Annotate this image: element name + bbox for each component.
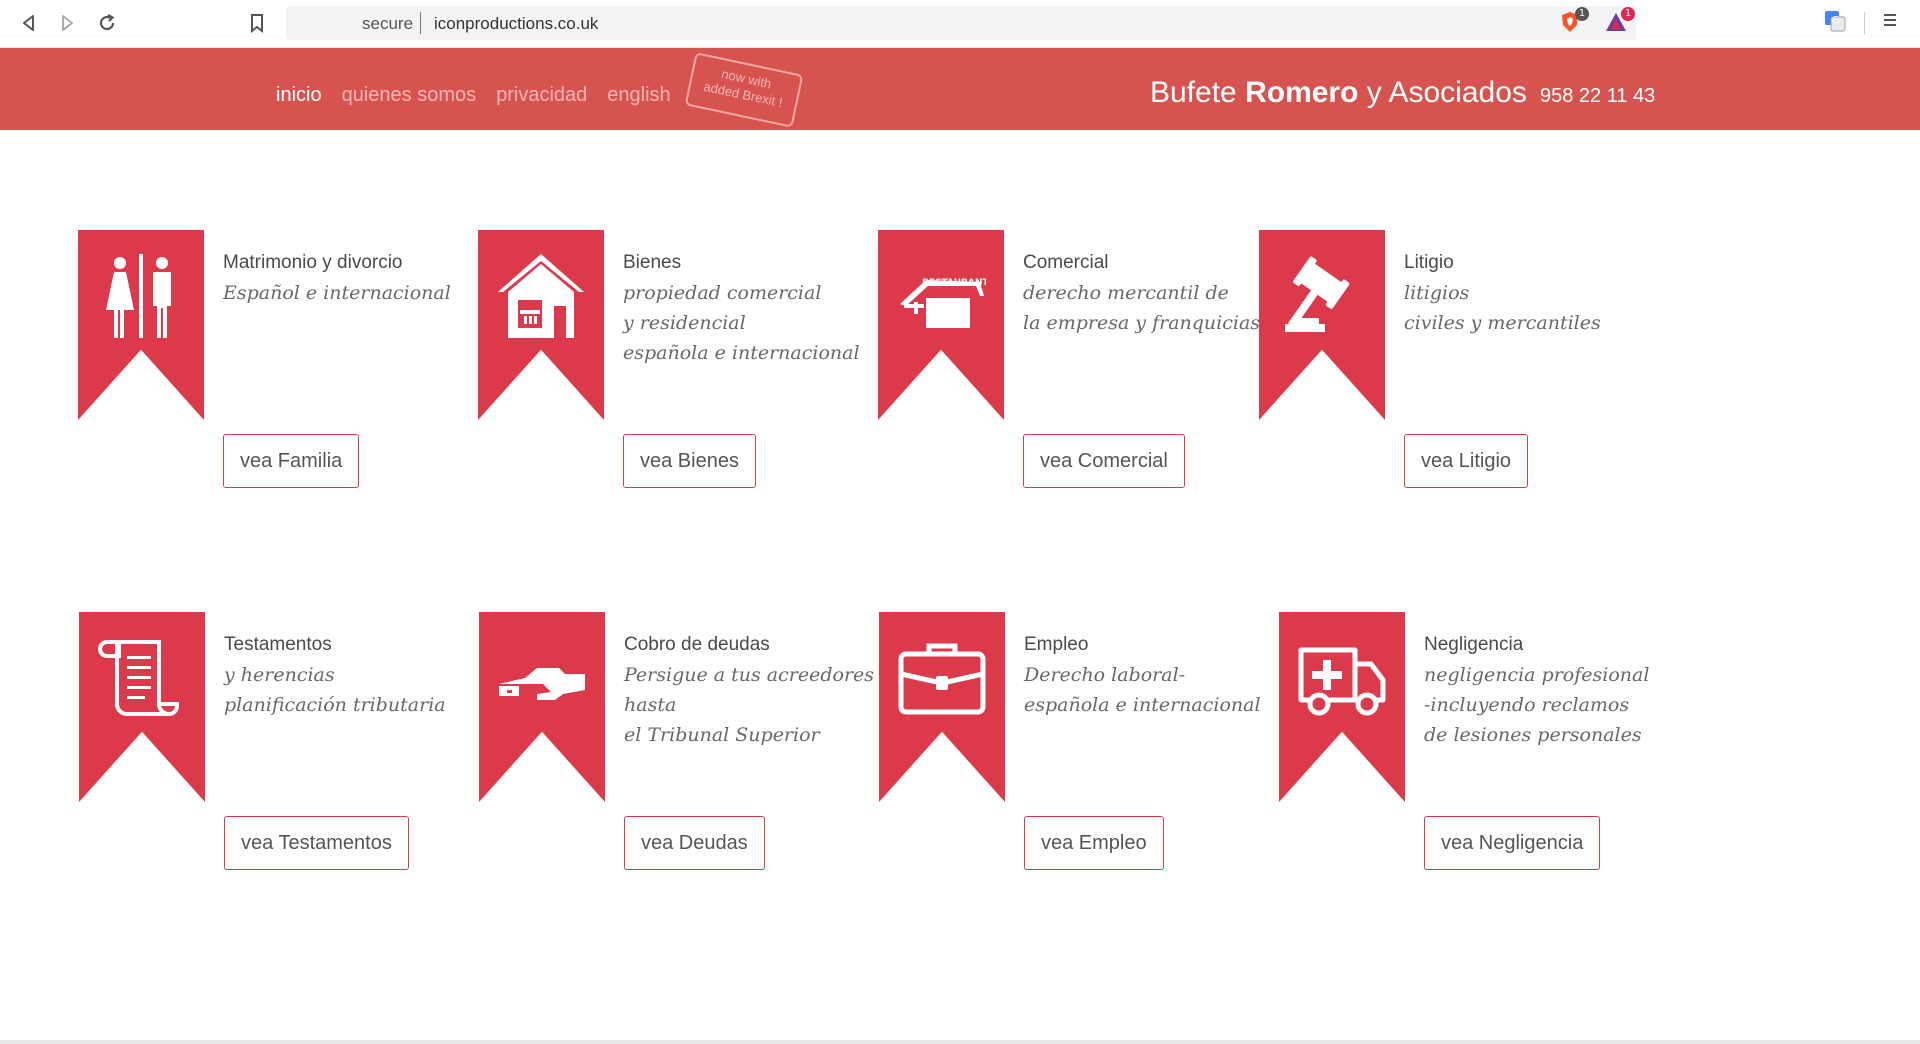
desc-line: y residencial <box>623 312 746 334</box>
ribbon <box>879 612 1005 802</box>
nav-english[interactable]: english <box>607 84 670 107</box>
desc-line: Derecho laboral- <box>1024 664 1186 686</box>
vea-familia-button[interactable]: vea Familia <box>223 434 360 488</box>
card-title: Cobro de deudas <box>624 634 770 655</box>
url-separator <box>420 12 421 34</box>
main-nav: inicio quienes somos privacidad english <box>276 84 671 107</box>
desc-line: planificación tributaria <box>224 694 446 716</box>
browser-toolbar: secure iconproductions.co.uk 1 1 G <box>0 0 1920 48</box>
ribbon <box>479 612 605 802</box>
ribbon <box>1279 612 1405 802</box>
desc-line: propiedad comercial <box>623 282 822 304</box>
desc-line: derecho mercantil de <box>1023 282 1229 304</box>
briefcase-icon <box>898 643 986 715</box>
desc-line: la empresa y franquicias <box>1023 312 1261 334</box>
money-hand-icon <box>499 668 585 700</box>
desc-line: y herencias <box>224 664 335 686</box>
brand-prefix: Bufete <box>1150 76 1237 109</box>
desc-line: española e internacional <box>623 342 860 364</box>
vea-litigio-button[interactable]: vea Litigio <box>1404 434 1529 488</box>
card-description: Derecho laboral- española e internaciona… <box>1024 660 1261 720</box>
url-host: iconproductions.co.uk <box>434 14 599 33</box>
service-card-negligencia: Negligencia negligencia profesional -inc… <box>1279 612 1659 882</box>
service-card-testamentos: Testamentos y herencias planificación tr… <box>79 612 459 882</box>
forward-icon[interactable] <box>54 10 80 36</box>
card-description: propiedad comercial y residencial españo… <box>623 278 860 368</box>
card-title: Litigio <box>1404 252 1454 273</box>
desc-line: Español e internacional <box>223 282 451 304</box>
menu-icon[interactable] <box>1880 10 1906 36</box>
card-title: Empleo <box>1024 634 1089 655</box>
vea-testamentos-button[interactable]: vea Testamentos <box>224 816 409 870</box>
phone-number[interactable]: 958 22 11 43 <box>1540 85 1655 108</box>
toolbar-divider <box>1864 12 1865 34</box>
vea-deudas-button[interactable]: vea Deudas <box>624 816 765 870</box>
desc-line: civiles y mercantiles <box>1404 312 1601 334</box>
vea-comercial-button[interactable]: vea Comercial <box>1023 434 1185 488</box>
ribbon <box>78 230 204 420</box>
desc-line: el Tribunal Superior <box>624 724 820 746</box>
nav-privacidad[interactable]: privacidad <box>496 84 587 107</box>
desc-line: Persigue a tus acreedores <box>624 664 875 686</box>
scroll-icon <box>98 640 179 716</box>
brand-bold: Romero <box>1245 76 1359 109</box>
vea-bienes-button[interactable]: vea Bienes <box>623 434 756 488</box>
brexit-stamp: now with added Brexit ! <box>684 52 804 128</box>
brand-suffix: y Asociados <box>1366 76 1527 109</box>
rewards-icon[interactable]: 1 <box>1604 7 1635 36</box>
service-card-empleo: Empleo Derecho laboral- española e inter… <box>879 612 1261 882</box>
desc-line: de lesiones personales <box>1424 724 1642 746</box>
brave-shield-icon[interactable]: 1 <box>1558 7 1589 36</box>
card-title: Bienes <box>623 252 682 273</box>
service-card-comercial: RESTAURANTE Comercial derecho mercantil … <box>878 230 1260 500</box>
site-header: inicio quienes somos privacidad english … <box>0 48 1920 130</box>
ribbon <box>79 612 205 802</box>
desc-line: hasta <box>624 694 677 716</box>
house-icon <box>498 254 584 338</box>
restaurant-sign-text: RESTAURANTE <box>922 278 986 288</box>
ribbon <box>478 230 604 420</box>
card-description: Español e internacional <box>223 278 451 308</box>
card-title: Comercial <box>1023 252 1109 273</box>
restaurant-icon: RESTAURANTE <box>900 278 986 328</box>
translate-icon[interactable]: G <box>1824 10 1850 36</box>
card-description: derecho mercantil de la empresa y franqu… <box>1023 278 1260 338</box>
card-description: Persigue a tus acreedores hasta el Tribu… <box>624 660 874 750</box>
nav-inicio[interactable]: inicio <box>276 84 322 107</box>
desc-line: litigios <box>1404 282 1470 304</box>
desc-line: negligencia profesional <box>1424 664 1650 686</box>
card-description: litigios civiles y mercantiles <box>1404 278 1601 338</box>
service-card-deudas: Cobro de deudas Persigue a tus acreedore… <box>479 612 874 882</box>
brand-title[interactable]: Bufete Romero y Asociados <box>1150 76 1527 110</box>
nav-quienes-somos[interactable]: quienes somos <box>342 84 477 107</box>
page-bottom-border <box>0 1040 1920 1044</box>
vea-empleo-button[interactable]: vea Empleo <box>1024 816 1164 870</box>
address-bar[interactable]: secure iconproductions.co.uk <box>286 6 1636 40</box>
ambulance-icon <box>1298 647 1386 716</box>
ribbon: RESTAURANTE <box>878 230 1004 420</box>
svg-text:G: G <box>1832 15 1840 26</box>
card-title: Matrimonio y divorcio <box>223 252 403 273</box>
ribbon <box>1259 230 1385 420</box>
bookmark-icon[interactable] <box>244 10 270 36</box>
card-description: negligencia profesional -incluyendo recl… <box>1424 660 1649 750</box>
card-title: Negligencia <box>1424 634 1524 655</box>
reload-icon[interactable] <box>94 10 120 36</box>
url-secure-label: secure <box>362 14 414 33</box>
vea-negligencia-button[interactable]: vea Negligencia <box>1424 816 1601 870</box>
back-icon[interactable] <box>16 10 42 36</box>
desc-line: -incluyendo reclamos <box>1424 694 1630 716</box>
rewards-badge: 1 <box>1621 7 1635 21</box>
desc-line: española e internacional <box>1024 694 1261 716</box>
restroom-icon <box>106 254 171 338</box>
service-card-familia: Matrimonio y divorcio Español e internac… <box>78 230 458 500</box>
service-card-bienes: Bienes propiedad comercial y residencial… <box>478 230 860 500</box>
card-description: y herencias planificación tributaria <box>224 660 446 720</box>
service-card-litigio: Litigio litigios civiles y mercantiles v… <box>1259 230 1639 500</box>
card-title: Testamentos <box>224 634 332 655</box>
gavel-icon <box>1285 256 1350 332</box>
brave-badge: 1 <box>1575 7 1589 21</box>
